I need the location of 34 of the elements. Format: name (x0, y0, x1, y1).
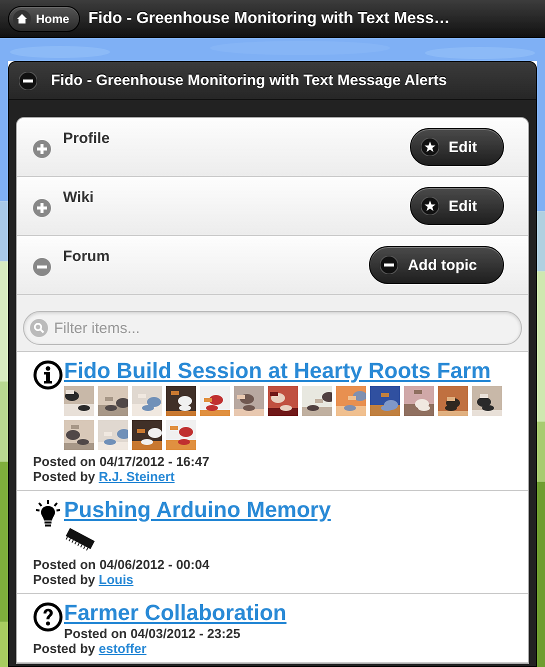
chip-icon[interactable] (64, 525, 96, 553)
post-date: Posted on 04/06/2012 - 00:04 (33, 557, 210, 572)
posted-by-label: Posted by (33, 469, 96, 484)
info-icon (33, 360, 63, 390)
question-icon (33, 602, 63, 632)
section-action-button[interactable]: Add topic (368, 246, 504, 284)
author-link[interactable]: R.J. Steinert (98, 469, 175, 484)
light-bulb-icon (33, 499, 63, 529)
minus-icon (33, 258, 51, 276)
post-date: Posted on 04/17/2012 - 16:47 (33, 454, 210, 469)
posted-by-label: Posted by (33, 641, 96, 656)
author-link[interactable]: Louis (98, 572, 134, 587)
post-date: Posted on 04/03/2012 - 23:25 (63, 626, 242, 641)
section-action-button[interactable]: Edit (410, 187, 504, 225)
filter-field[interactable]: Filter items... (23, 311, 522, 345)
section-header[interactable]: Wiki (27, 177, 100, 235)
plus-icon (33, 140, 51, 158)
author-link[interactable]: estoffer (98, 641, 146, 656)
post-title-link[interactable]: Pushing Arduino Memory (64, 497, 331, 522)
minus-icon (380, 256, 398, 274)
post-title-link[interactable]: Farmer Collaboration (64, 600, 286, 625)
section-header[interactable]: Forum (27, 236, 116, 294)
minus-icon (19, 72, 37, 90)
section-header[interactable]: Profile (27, 118, 116, 176)
post-title-link[interactable]: Fido Build Session at Hearty Roots Farm (64, 358, 491, 383)
posted-by-label: Posted by (33, 572, 96, 587)
star-icon (420, 138, 439, 156)
page-title: Fido - Greenhouse Monitoring with Text Mess… (88, 10, 450, 28)
home-button[interactable]: Home (8, 6, 80, 32)
search-icon (30, 319, 48, 337)
section-action-button[interactable]: Edit (410, 128, 504, 166)
star-icon (420, 197, 439, 215)
panel-header[interactable]: Fido - Greenhouse Monitoring with Text Message Alerts (9, 62, 536, 100)
plus-icon (33, 199, 51, 217)
